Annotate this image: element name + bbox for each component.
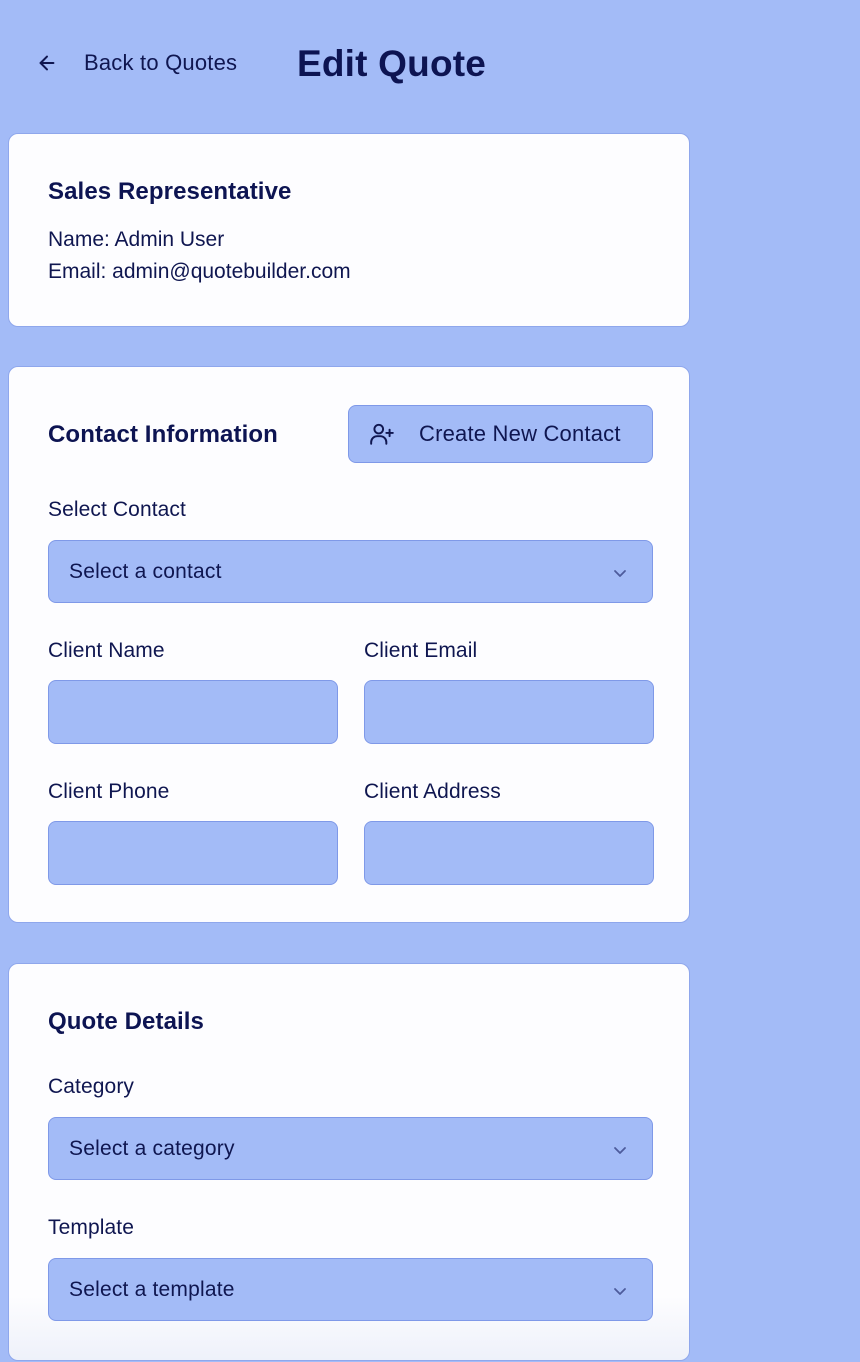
- client-name-input[interactable]: [48, 680, 338, 744]
- quote-details-title: Quote Details: [48, 1008, 204, 1035]
- arrow-left-icon: [39, 55, 55, 71]
- create-contact-label: Create New Contact: [419, 421, 621, 446]
- quote-details-card: Quote Details Category Select a category…: [8, 963, 690, 1361]
- page-header: Back to Quotes Edit Quote: [0, 0, 860, 130]
- client-email-label: Client Email: [364, 639, 478, 662]
- contact-info-title: Contact Information: [48, 421, 278, 448]
- client-phone-label: Client Phone: [48, 780, 170, 803]
- select-contact-value: Select a contact: [69, 560, 222, 583]
- template-label: Template: [48, 1216, 135, 1239]
- chevron-down-icon: [614, 1288, 626, 1295]
- sales-rep-email: Email: admin@quotebuilder.com: [48, 260, 351, 283]
- template-value: Select a template: [69, 1278, 235, 1301]
- category-label: Category: [48, 1075, 135, 1098]
- sales-rep-name: Name: Admin User: [48, 228, 225, 251]
- user-plus-icon: [370, 423, 394, 445]
- page-title: Edit Quote: [297, 43, 487, 84]
- select-contact-dropdown[interactable]: Select a contact: [48, 540, 653, 603]
- back-to-quotes-link[interactable]: Back to Quotes: [26, 40, 247, 86]
- client-address-input[interactable]: [364, 821, 654, 885]
- select-contact-label: Select Contact: [48, 498, 186, 521]
- category-dropdown[interactable]: Select a category: [48, 1117, 653, 1180]
- create-new-contact-button[interactable]: Create New Contact: [348, 405, 653, 463]
- client-phone-input[interactable]: [48, 821, 338, 885]
- category-value: Select a category: [69, 1137, 235, 1160]
- chevron-down-icon: [614, 1147, 626, 1154]
- sales-representative-card: Sales Representative Name: Admin User Em…: [8, 133, 690, 327]
- chevron-down-icon: [614, 570, 626, 577]
- client-email-input[interactable]: [364, 680, 654, 744]
- template-dropdown[interactable]: Select a template: [48, 1258, 653, 1321]
- client-name-label: Client Name: [48, 639, 165, 662]
- sales-rep-title: Sales Representative: [48, 178, 292, 205]
- back-link-label: Back to Quotes: [84, 50, 238, 75]
- client-address-label: Client Address: [364, 780, 501, 803]
- contact-information-card: Contact Information Create New Contact S…: [8, 366, 690, 923]
